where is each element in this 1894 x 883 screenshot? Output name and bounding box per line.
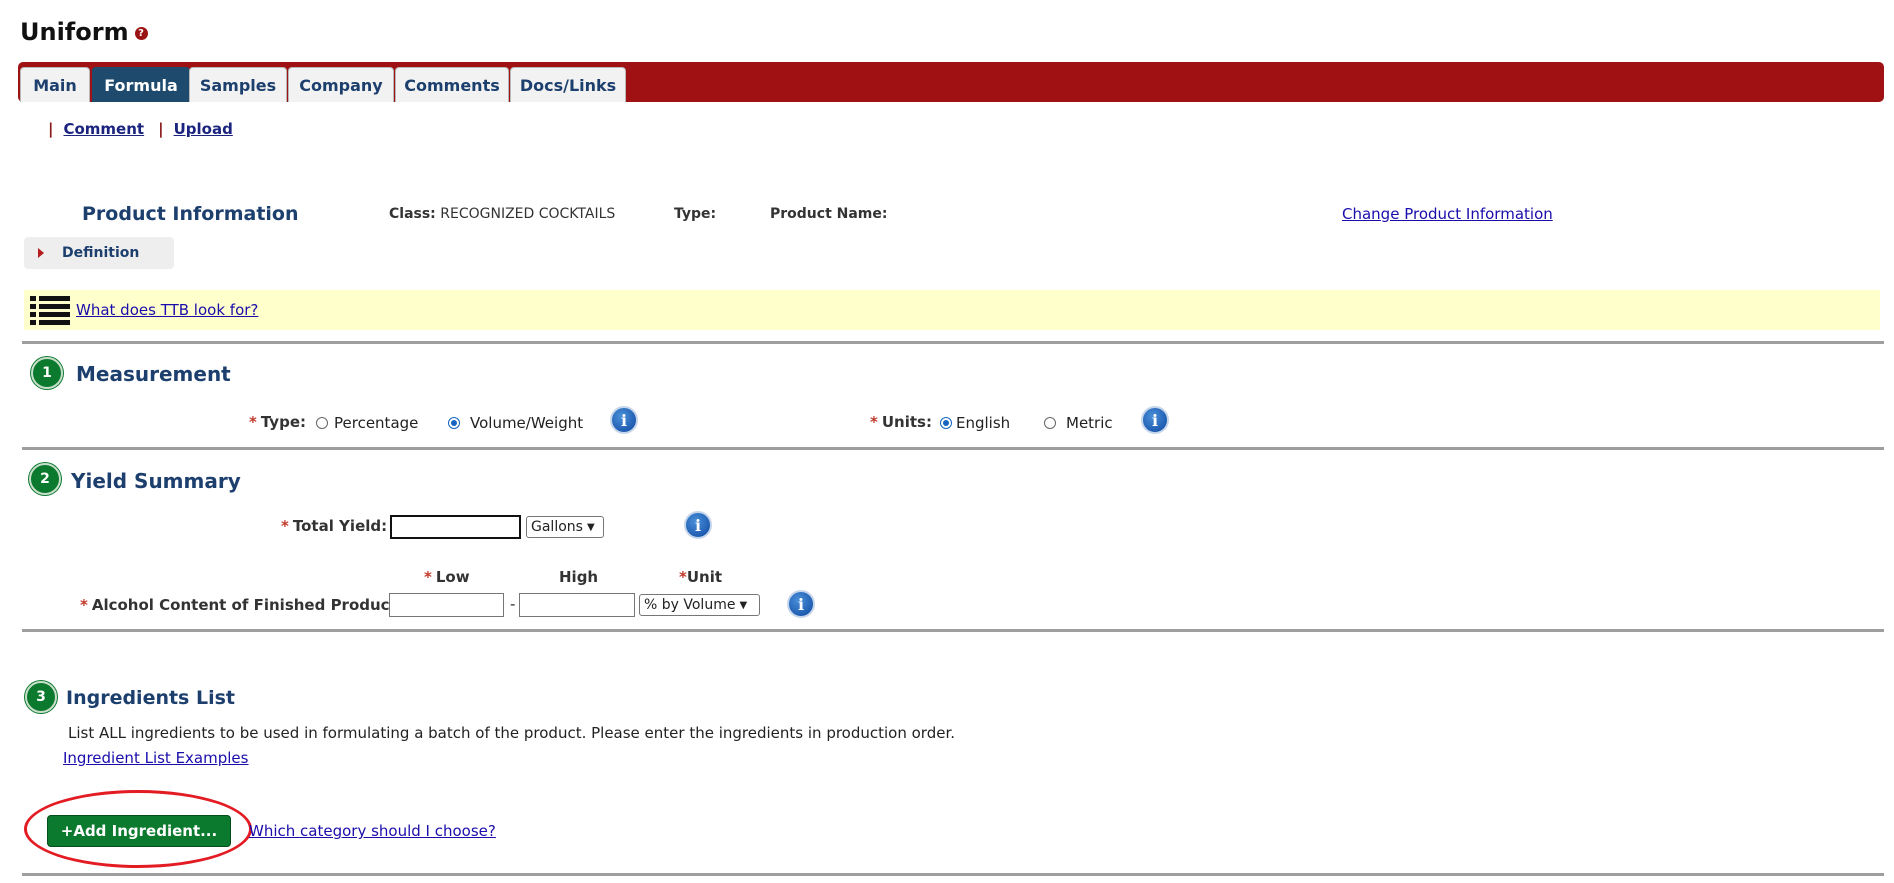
class-label: Class: <box>389 206 436 222</box>
section-divider <box>22 341 1884 344</box>
units-metric-radio[interactable] <box>1044 417 1056 429</box>
tab-samples-label: Samples <box>199 75 277 95</box>
class-value: RECOGNIZED COCKTAILS <box>440 206 616 222</box>
separator: | <box>48 120 54 138</box>
tab-comments[interactable]: Comments <box>395 67 509 102</box>
tab-bar: Main Formula Samples Company Comments Do… <box>18 62 1884 102</box>
measurement-title: Measurement <box>76 362 231 386</box>
type-volume-weight-radio[interactable] <box>448 417 460 429</box>
list-icon <box>30 296 70 325</box>
type-label: Type: <box>674 206 717 222</box>
section-divider <box>22 629 1884 632</box>
step-1-badge: 1 <box>31 357 63 389</box>
type-info-icon[interactable]: i <box>610 406 638 434</box>
caret-right-icon <box>38 248 44 258</box>
product-information-title: Product Information <box>82 203 299 225</box>
alcohol-high-input[interactable] <box>519 593 635 617</box>
type-percentage-label: Percentage <box>334 414 419 432</box>
units-metric-option[interactable]: Metric <box>1044 414 1113 432</box>
alcohol-unit-select[interactable]: % by Volume ▼ <box>639 594 760 616</box>
low-column-header: * Low <box>424 568 470 586</box>
step-2-badge: 2 <box>29 463 61 495</box>
units-english-option[interactable]: English <box>940 414 1010 432</box>
alcohol-unit-value: % by Volume <box>644 597 736 613</box>
measurement-units-label: * Units: <box>870 413 932 431</box>
units-metric-label: Metric <box>1066 414 1113 432</box>
type-volume-weight-option[interactable]: Volume/Weight <box>448 414 583 432</box>
section-divider <box>22 873 1884 876</box>
hint-bar: What does TTB look for? <box>24 290 1880 330</box>
tab-formula-label: Formula <box>104 75 178 95</box>
yield-unit-select[interactable]: Gallons ▼ <box>526 516 604 538</box>
yield-unit-value: Gallons <box>531 519 583 535</box>
step-3-badge: 3 <box>25 681 57 713</box>
units-english-label: English <box>956 414 1011 432</box>
total-yield-input[interactable] <box>390 515 521 539</box>
product-name-field: Product Name: <box>770 206 887 222</box>
units-english-radio[interactable] <box>940 417 952 429</box>
change-product-information-link[interactable]: Change Product Information <box>1342 205 1553 223</box>
ingredient-list-examples-link[interactable]: Ingredient List Examples <box>63 749 248 767</box>
definition-toggle[interactable]: Definition <box>24 237 174 269</box>
tab-docs-links[interactable]: Docs/Links <box>510 67 626 102</box>
tab-company[interactable]: Company <box>288 67 394 102</box>
unit-column-header: *Unit <box>679 568 723 586</box>
ingredients-description: List ALL ingredients to be used in formu… <box>68 724 956 742</box>
ingredients-list-title: Ingredients List <box>66 687 235 709</box>
chevron-down-icon: ▼ <box>586 521 595 533</box>
type-field: Type: <box>674 206 716 222</box>
section-divider <box>22 447 1884 450</box>
alcohol-content-label: * Alcohol Content of Finished Product: <box>80 596 403 614</box>
tab-samples[interactable]: Samples <box>189 67 287 102</box>
comment-link[interactable]: Comment <box>63 120 144 138</box>
type-percentage-option[interactable]: Percentage <box>316 414 418 432</box>
high-column-header: High <box>559 568 599 586</box>
chevron-down-icon: ▼ <box>739 599 748 611</box>
tab-formula[interactable]: Formula <box>92 67 190 102</box>
class-field: Class: RECOGNIZED COCKTAILS <box>389 206 615 222</box>
separator: | <box>158 120 164 138</box>
measurement-type-label: * Type: <box>249 413 306 431</box>
product-name-label: Product Name: <box>770 206 888 222</box>
which-category-link[interactable]: Which category should I choose? <box>249 822 496 840</box>
tab-comments-label: Comments <box>404 75 500 95</box>
page-title-text: Uniform <box>20 18 129 46</box>
what-does-ttb-look-for-link[interactable]: What does TTB look for? <box>76 301 258 319</box>
tab-main-label: Main <box>33 75 77 95</box>
add-ingredient-button[interactable]: +Add Ingredient... <box>47 815 231 847</box>
total-yield-label: * Total Yield: <box>281 517 388 535</box>
type-percentage-radio[interactable] <box>316 417 328 429</box>
type-volume-weight-label: Volume/Weight <box>470 414 584 432</box>
page-title: Uniform? <box>20 18 148 46</box>
tab-docs-links-label: Docs/Links <box>519 75 617 95</box>
tab-main[interactable]: Main <box>20 67 90 102</box>
alcohol-info-icon[interactable]: i <box>787 590 815 618</box>
tab-company-label: Company <box>299 75 383 95</box>
upload-link[interactable]: Upload <box>174 120 233 138</box>
alcohol-low-input[interactable] <box>389 593 504 617</box>
definition-label: Definition <box>62 245 140 261</box>
units-info-icon[interactable]: i <box>1141 406 1169 434</box>
sub-links: | Comment | Upload <box>48 120 247 138</box>
range-separator: - <box>510 595 516 613</box>
help-question-icon[interactable]: ? <box>134 26 148 40</box>
yield-summary-title: Yield Summary <box>71 469 241 493</box>
total-yield-info-icon[interactable]: i <box>684 511 712 539</box>
